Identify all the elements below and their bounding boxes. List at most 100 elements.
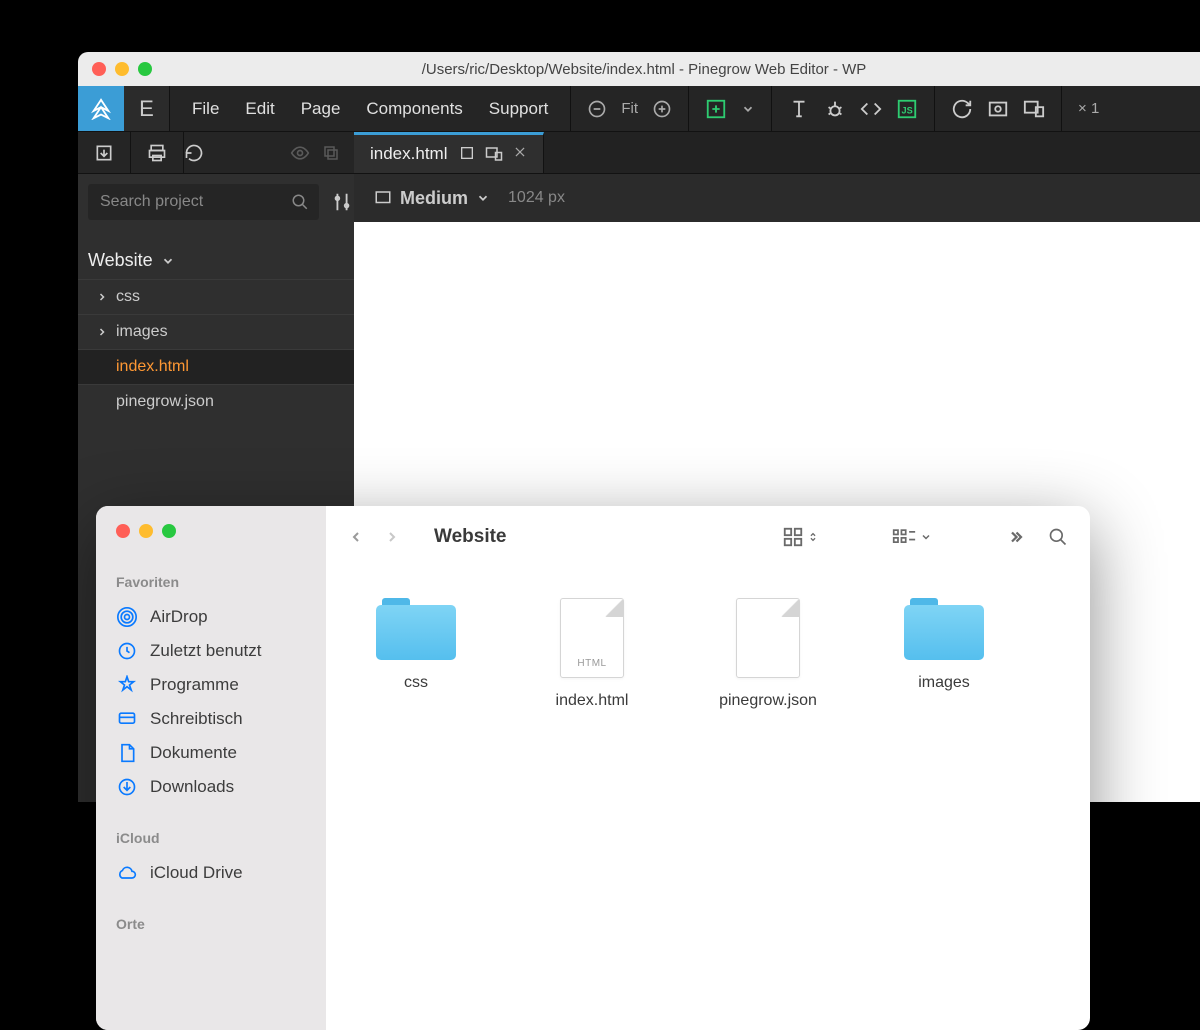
tree-item-index[interactable]: index.html xyxy=(78,349,354,384)
viewport-size: 1024 px xyxy=(508,189,565,207)
bug-icon[interactable] xyxy=(824,98,846,120)
eye-icon[interactable] xyxy=(290,143,310,163)
file-pinegrow-json[interactable]: pinegrow.json xyxy=(708,598,828,710)
traffic-lights xyxy=(96,524,326,568)
js-icon[interactable]: JS xyxy=(896,98,918,120)
folder-icon xyxy=(904,598,984,660)
sidebar-right-tools xyxy=(184,132,354,173)
chevron-down-icon xyxy=(476,191,490,205)
item-label: pinegrow.json xyxy=(719,692,817,710)
finder-toolbar: Website xyxy=(326,506,1090,568)
tab-label: index.html xyxy=(370,144,447,164)
devices-icon[interactable] xyxy=(485,145,503,163)
nav-forward-button[interactable] xyxy=(384,529,400,545)
menu-components[interactable]: Components xyxy=(366,99,462,119)
minimize-button[interactable] xyxy=(115,62,129,76)
sidebar-item-downloads[interactable]: Downloads xyxy=(116,770,306,804)
sidebar-toolbar xyxy=(78,132,354,174)
print-icon[interactable] xyxy=(131,132,184,173)
close-button[interactable] xyxy=(116,524,130,538)
sidebar-heading-favorites: Favoriten xyxy=(116,574,306,590)
menubar: E File Edit Page Components Support Fit … xyxy=(78,86,1200,132)
document-icon xyxy=(116,743,138,763)
viewport-bar: Medium 1024 px xyxy=(354,174,1200,222)
close-tab-icon[interactable] xyxy=(513,145,527,159)
maximize-button[interactable] xyxy=(162,524,176,538)
close-button[interactable] xyxy=(92,62,106,76)
viewport-label: Medium xyxy=(400,188,468,209)
group-button[interactable] xyxy=(892,528,932,546)
text-tool-icon[interactable] xyxy=(788,98,810,120)
sidebar-item-applications[interactable]: Programme xyxy=(116,668,306,702)
file-icon xyxy=(736,598,800,678)
square-icon[interactable] xyxy=(459,145,475,161)
zoom-level[interactable]: × 1 xyxy=(1078,100,1099,117)
search-icon[interactable] xyxy=(291,193,309,211)
download-icon xyxy=(116,777,138,797)
settings-icon[interactable] xyxy=(331,191,353,213)
sidebar-item-airdrop[interactable]: AirDrop xyxy=(116,600,306,634)
tree-item-css[interactable]: css xyxy=(78,279,354,314)
finder-title: Website xyxy=(434,526,507,548)
nav-back-button[interactable] xyxy=(348,529,364,545)
sidebar-item-label: Zuletzt benutzt xyxy=(150,641,262,661)
zoom-fit-button[interactable]: Fit xyxy=(621,100,638,117)
tree-item-label: css xyxy=(116,288,140,306)
import-icon[interactable] xyxy=(78,132,131,173)
menu-support[interactable]: Support xyxy=(489,99,549,119)
sidebar-item-label: Dokumente xyxy=(150,743,237,763)
sidebar-item-label: AirDrop xyxy=(150,607,208,627)
zoom-out-icon[interactable] xyxy=(587,99,607,119)
chevron-right-icon xyxy=(96,291,108,303)
view-icons-button[interactable] xyxy=(782,526,818,548)
undo-icon[interactable] xyxy=(184,143,204,163)
tree-item-pinegrowjson[interactable]: pinegrow.json xyxy=(78,384,354,419)
tree-item-label: pinegrow.json xyxy=(116,393,214,411)
chevron-right-icon xyxy=(96,326,108,338)
sidebar-item-documents[interactable]: Dokumente xyxy=(116,736,306,770)
tabstrip: index.html xyxy=(354,132,1200,174)
folder-images[interactable]: images xyxy=(884,598,1004,692)
finder-main: Website css HTML index.html pinegrow.jso… xyxy=(326,506,1090,1030)
preview-icon[interactable] xyxy=(987,98,1009,120)
file-tree: Website css images index.html pin xyxy=(78,230,354,431)
menu-file[interactable]: File xyxy=(192,99,219,119)
sidebar-item-label: Programme xyxy=(150,675,239,695)
tree-item-label: images xyxy=(116,323,168,341)
tab-index[interactable]: index.html xyxy=(354,132,544,173)
item-label: images xyxy=(918,674,970,692)
search-input[interactable] xyxy=(88,184,319,220)
zoom-group: Fit xyxy=(571,86,688,131)
folder-css[interactable]: css xyxy=(356,598,476,692)
zoom-in-icon[interactable] xyxy=(652,99,672,119)
apps-icon xyxy=(116,675,138,695)
more-icon[interactable] xyxy=(1006,528,1024,546)
tree-root[interactable]: Website xyxy=(78,242,354,279)
workspace-icon[interactable]: E xyxy=(124,86,170,131)
titlebar: /Users/ric/Desktop/Website/index.html - … xyxy=(78,52,1200,86)
folder-icon xyxy=(376,598,456,660)
viewport-selector[interactable]: Medium xyxy=(374,188,490,209)
tree-root-label: Website xyxy=(88,250,153,271)
airdrop-icon xyxy=(116,607,138,627)
refresh-icon[interactable] xyxy=(951,98,973,120)
item-label: index.html xyxy=(556,692,629,710)
code-icon[interactable] xyxy=(860,98,882,120)
sidebar-item-iclouddrive[interactable]: iCloud Drive xyxy=(116,856,306,890)
pinegrow-logo-icon[interactable] xyxy=(78,86,124,131)
sidebar-item-desktop[interactable]: Schreibtisch xyxy=(116,702,306,736)
copy-icon[interactable] xyxy=(322,144,340,162)
insert-icon[interactable] xyxy=(705,98,727,120)
chevron-down-icon[interactable] xyxy=(741,102,755,116)
tree-item-images[interactable]: images xyxy=(78,314,354,349)
file-index-html[interactable]: HTML index.html xyxy=(532,598,652,710)
file-icon: HTML xyxy=(560,598,624,678)
minimize-button[interactable] xyxy=(139,524,153,538)
clock-icon xyxy=(116,641,138,661)
sidebar-item-recent[interactable]: Zuletzt benutzt xyxy=(116,634,306,668)
search-icon[interactable] xyxy=(1048,527,1068,547)
menu-page[interactable]: Page xyxy=(301,99,341,119)
maximize-button[interactable] xyxy=(138,62,152,76)
menu-edit[interactable]: Edit xyxy=(245,99,274,119)
devices-icon[interactable] xyxy=(1023,98,1045,120)
